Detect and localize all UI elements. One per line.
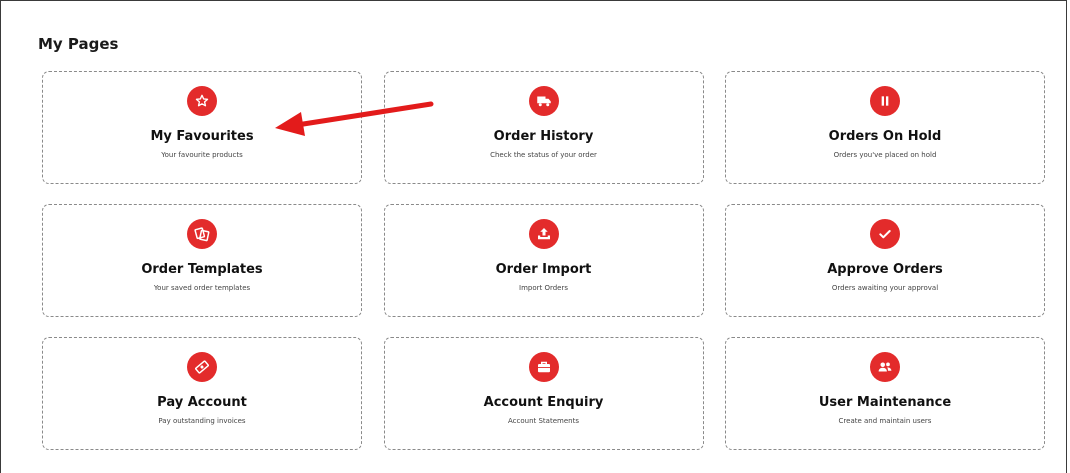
card-subtitle: Account Statements — [508, 417, 579, 425]
page-title: My Pages — [38, 35, 119, 53]
upload-icon — [528, 219, 559, 249]
card-title: Order Templates — [141, 262, 263, 277]
card-subtitle: Create and maintain users — [838, 417, 932, 425]
card-title: Pay Account — [157, 395, 247, 410]
pause-icon — [870, 86, 900, 116]
card-subtitle: Import Orders — [519, 284, 568, 292]
briefcase-icon — [528, 352, 559, 382]
card-subtitle: Check the status of your order — [490, 151, 597, 159]
card-user-maintenance[interactable]: User Maintenance Create and maintain use… — [725, 337, 1045, 450]
templates-icon — [187, 219, 217, 249]
card-order-templates[interactable]: Order Templates Your saved order templat… — [42, 204, 362, 317]
card-subtitle: Your saved order templates — [153, 284, 251, 292]
card-title: User Maintenance — [818, 395, 952, 410]
card-subtitle: Orders awaiting your approval — [831, 284, 939, 292]
card-subtitle: Your favourite products — [161, 151, 243, 159]
card-order-import[interactable]: Order Import Import Orders — [383, 204, 704, 317]
money-icon — [187, 352, 217, 382]
card-account-enquiry[interactable]: Account Enquiry Account Statements — [383, 337, 704, 450]
card-subtitle: Pay outstanding invoices — [158, 417, 246, 425]
card-title: Account Enquiry — [483, 395, 604, 410]
card-title: Order Import — [495, 262, 592, 277]
page-frame: My Pages My Favourites Your favourite pr… — [0, 0, 1067, 473]
check-icon — [870, 219, 900, 249]
card-title: Orders On Hold — [828, 129, 942, 144]
card-approve-orders[interactable]: Approve Orders Orders awaiting your appr… — [725, 204, 1045, 317]
users-icon — [870, 352, 900, 382]
star-icon — [187, 86, 217, 116]
card-subtitle: Orders you've placed on hold — [833, 151, 937, 159]
annotation-arrow-icon — [275, 101, 434, 136]
truck-icon — [528, 86, 559, 116]
card-pay-account[interactable]: Pay Account Pay outstanding invoices — [42, 337, 362, 450]
my-pages-grid: My Favourites Your favourite products Or… — [42, 71, 1045, 450]
card-orders-on-hold[interactable]: Orders On Hold Orders you've placed on h… — [725, 71, 1045, 184]
card-title: Approve Orders — [827, 262, 943, 277]
